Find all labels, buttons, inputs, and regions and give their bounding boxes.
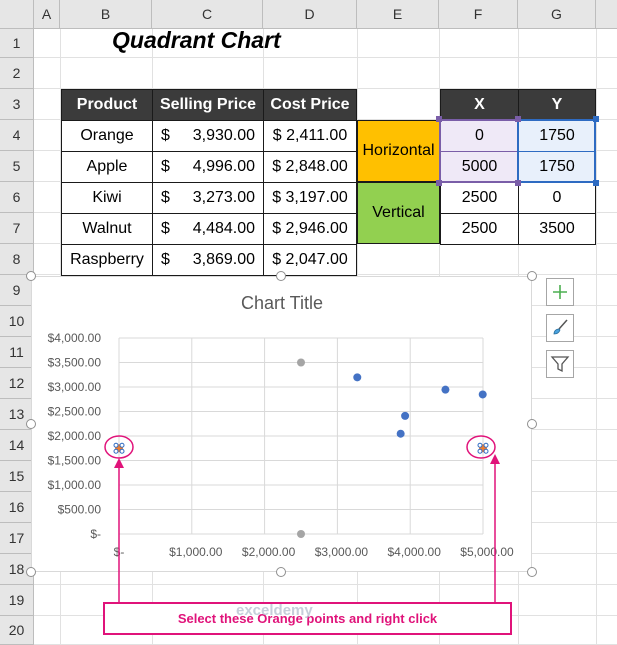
arrowhead-right [490,454,500,464]
annotation-text: Select these Orange points and right cli… [177,611,438,626]
highlight-ellipse-left [104,435,134,459]
highlight-ellipse-right [466,435,496,459]
annotation-callout: Select these Orange points and right cli… [103,602,512,635]
annotation-overlay [104,435,500,602]
arrowhead-left [114,458,124,468]
